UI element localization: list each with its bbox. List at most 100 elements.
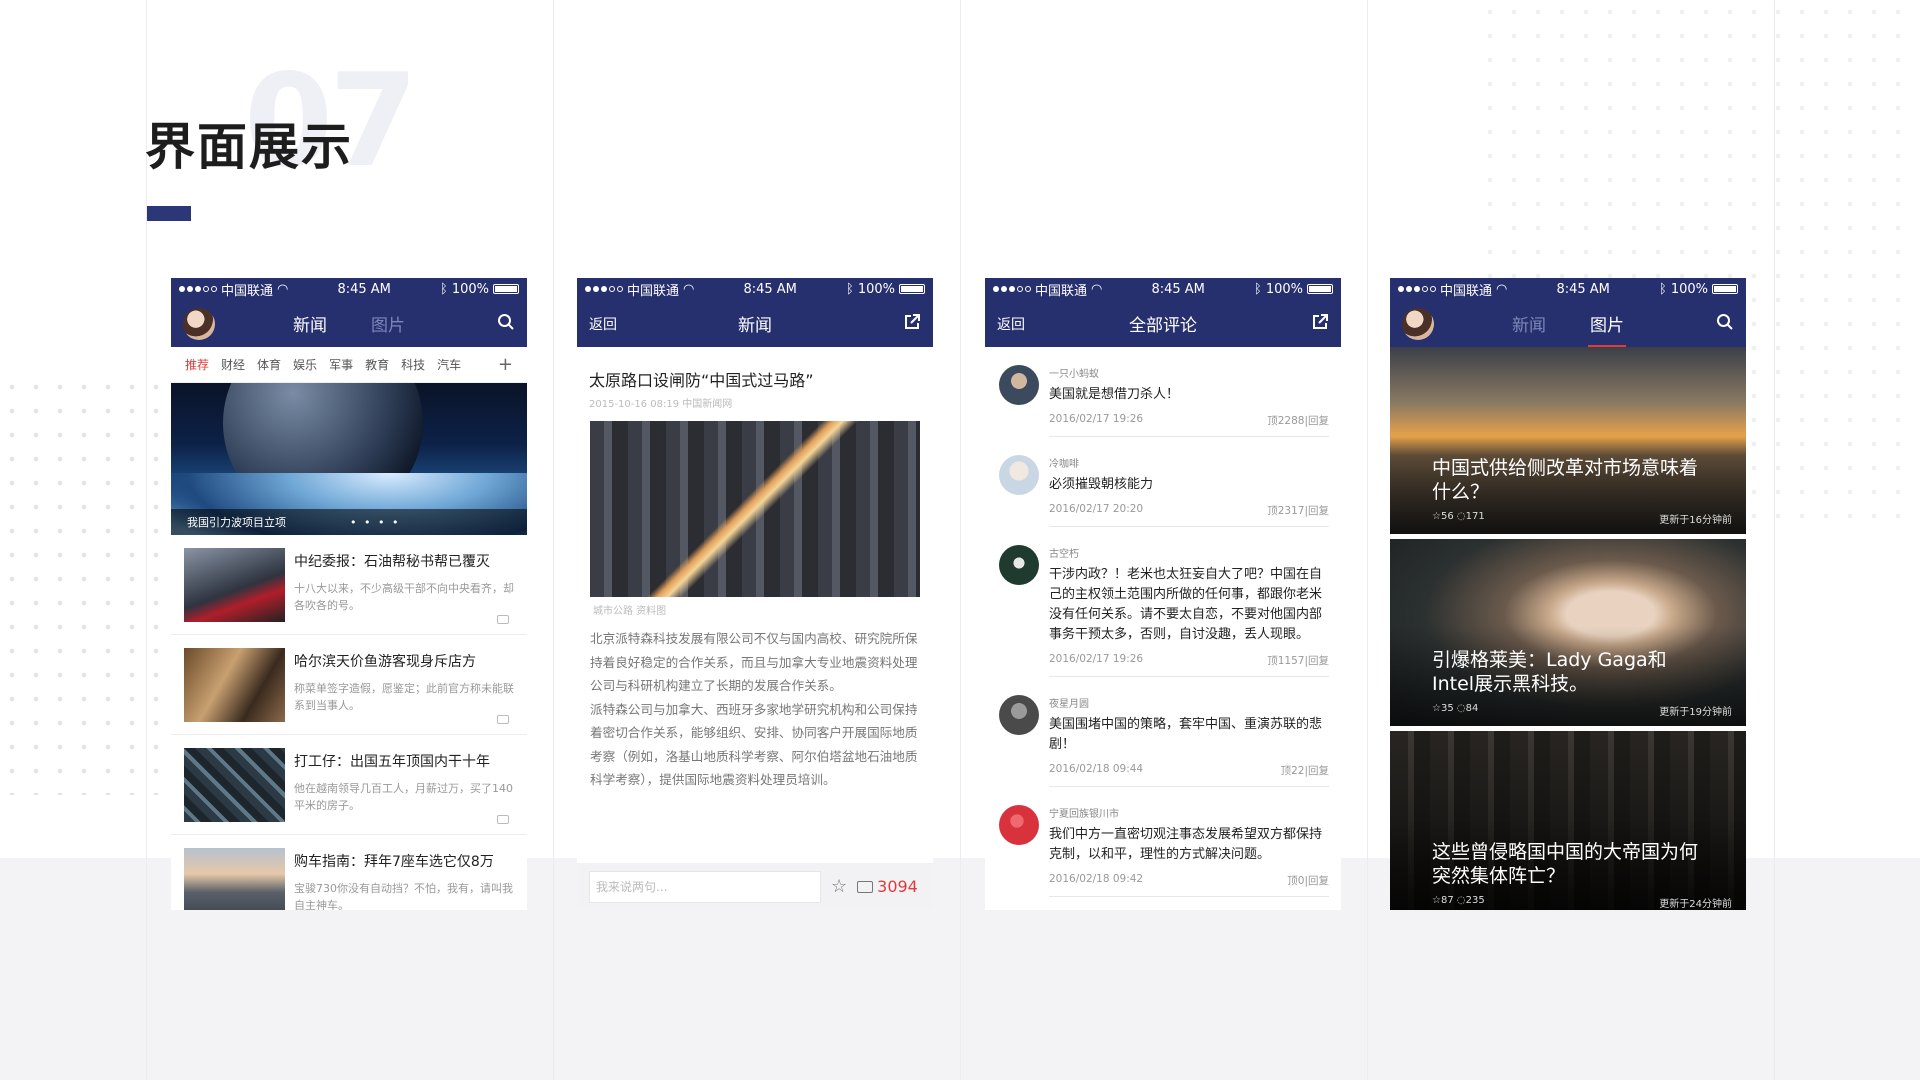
picture-card[interactable]: 这些曾侵略国中国的大帝国为何突然集体阵亡？ ☆87 ◌235 更新于24分钟前 (1390, 731, 1746, 910)
article-image[interactable] (590, 421, 920, 597)
search-icon[interactable] (497, 313, 515, 335)
category-item[interactable]: 推荐 (185, 356, 209, 373)
news-title: 打工仔：出国五年顶国内干十年 (294, 754, 490, 770)
nav-bar: 新闻 图片 (1390, 300, 1746, 348)
category-item[interactable]: 教育 (365, 356, 389, 373)
comment-icon[interactable] (497, 615, 509, 624)
category-item[interactable]: 军事 (329, 356, 353, 373)
phone-article: 中国联通 ◠ 8:45 AM ᛒ 100% 返回 新闻 太原路口设闸防“中国式过马路… (577, 278, 933, 910)
avatar[interactable] (999, 545, 1039, 585)
star-icon[interactable]: ☆ (1432, 511, 1441, 522)
avatar[interactable] (999, 455, 1039, 495)
comment-time: 2016/02/18 09:44 (1049, 763, 1144, 775)
image-caption: 城市公路 资料图 (593, 606, 667, 617)
comment-actions[interactable]: 顶2317|回复 (1267, 503, 1329, 518)
comment-user: 夜星月圆 (1049, 699, 1089, 710)
comment-time: 2016/02/17 19:26 (1049, 653, 1144, 665)
comment-actions[interactable]: 顶1157|回复 (1267, 653, 1329, 668)
slide: 07 界面展示 中国联通 ◠ 8:45 AM ᛒ 100% 新闻 图片 推荐 财经 … (0, 0, 1920, 1080)
comment-icon[interactable] (497, 715, 509, 724)
tab-pictures[interactable]: 图片 (1588, 311, 1626, 348)
comment-count: 235 (1465, 895, 1485, 906)
bluetooth-icon: ᛒ (1659, 281, 1667, 297)
carrier: 中国联通 (1035, 283, 1088, 299)
bluetooth-icon: ᛒ (846, 281, 854, 297)
back-button[interactable]: 返回 (589, 314, 617, 334)
carousel-dots[interactable]: • • • • (350, 516, 400, 529)
category-item[interactable]: 体育 (257, 356, 281, 373)
comment-icon[interactable]: ◌ (1457, 511, 1466, 522)
news-desc: 十八大以来，不少高级干部不向中央看齐，却各吹各的号。 (294, 582, 514, 613)
avatar[interactable] (999, 695, 1039, 735)
nav-bar: 返回 全部评论 (985, 300, 1341, 347)
comment-actions[interactable]: 顶0|回复 (1287, 873, 1329, 888)
comment-item: 宁夏回族银川市 我们中方一直密切观注事态发展希望双方都保持克制，以和平，理性的方… (985, 787, 1341, 897)
tab-news[interactable]: 新闻 (1512, 311, 1546, 336)
picture-card[interactable]: 引爆格莱美：Lady Gaga和Intel展示黑科技。 ☆35 ◌84 更新于19… (1390, 539, 1746, 726)
clock: 8:45 AM (1556, 281, 1610, 297)
comment-icon[interactable]: ◌ (1457, 703, 1466, 714)
comment-text: 美国围堵中国的策略，套牢中国、重演苏联的悲剧！ (1049, 717, 1323, 752)
picture-title: 中国式供给侧改革对市场意味着什么？ (1432, 457, 1699, 503)
comment-count-button[interactable]: 3094 (857, 877, 918, 896)
comment-input[interactable]: 我来说两句... (589, 870, 821, 903)
category-item[interactable]: 科技 (401, 356, 425, 373)
news-item[interactable]: 购车指南：拜年7座车选它仅8万 宝骏730你没有自动挡？不怕，我有，请叫我自主神车… (171, 835, 527, 910)
category-item[interactable]: 财经 (221, 356, 245, 373)
page-title: 新闻 (738, 316, 772, 336)
comment-icon[interactable] (497, 815, 509, 824)
star-icon[interactable]: ☆ (1432, 703, 1441, 714)
add-category-button[interactable]: + (498, 354, 513, 375)
comment-icon[interactable]: ◌ (1457, 895, 1466, 906)
news-item[interactable]: 打工仔：出国五年顶国内干十年他在越南领导几百工人，月薪过万，买了140平米的房子… (171, 735, 527, 835)
comment-actions[interactable]: 顶22|回复 (1281, 763, 1329, 778)
news-item[interactable]: 中纪委报：石油帮秘书帮已覆灭 十八大以来，不少高级干部不向中央看齐，却各吹各的号。 (171, 535, 527, 635)
section-title: 界面展示 (145, 118, 353, 176)
share-icon[interactable] (903, 313, 921, 335)
comment-text: 必须摧毁朝核能力 (1049, 477, 1154, 492)
tab-news[interactable]: 新闻 (293, 311, 327, 336)
banner-caption-text: 我国引力波项目立项 (187, 516, 286, 529)
comment-item: 冷咖啡 必须摧毁朝核能力 2016/02/17 20:20 顶2317|回复 (985, 437, 1341, 527)
comment-icon (857, 880, 874, 893)
signal-icon (585, 286, 623, 292)
wifi-icon: ◠ (1496, 281, 1508, 297)
category-item[interactable]: 汽车 (437, 356, 461, 373)
edit-icon[interactable] (1311, 313, 1329, 335)
comment-count: 171 (1465, 511, 1485, 522)
dot-pattern-left (0, 375, 160, 795)
status-bar: 中国联通 ◠ 8:45 AM ᛒ 100% (577, 278, 933, 300)
picture-card[interactable]: 中国式供给侧改革对市场意味着什么？ ☆56 ◌171 更新于16分钟前 (1390, 347, 1746, 534)
star-icon[interactable]: ☆ (1432, 895, 1441, 906)
battery-level: 100% (857, 281, 895, 297)
star-count: 35 (1440, 703, 1454, 714)
avatar[interactable] (1402, 307, 1434, 340)
tab-pictures[interactable]: 图片 (371, 311, 405, 336)
bluetooth-icon: ᛒ (1254, 281, 1262, 297)
phone-pictures: 中国联通 ◠ 8:45 AM ᛒ 100% 新闻 图片 中国式供给侧改革对市场意味着… (1390, 278, 1746, 910)
wifi-icon: ◠ (683, 281, 695, 297)
comment-count: 84 (1465, 703, 1479, 714)
avatar[interactable] (999, 365, 1039, 405)
banner-caption: 我国引力波项目立项 • • • • (171, 509, 527, 535)
update-time: 更新于16分钟前 (1659, 515, 1732, 526)
category-item[interactable]: 娱乐 (293, 356, 317, 373)
comment-text: 干涉内政？！老米也太狂妄自大了吧？中国在自己的主权领土范围内所做的任何事，都跟你… (1049, 567, 1323, 642)
comment-item: 一只小蚂蚁 美国就是想借刀杀人！ 2016/02/17 19:26 顶2288|回… (985, 347, 1341, 437)
news-desc: 他在越南领导几百工人，月薪过万，买了140平米的房子。 (294, 782, 513, 813)
comment-time: 2016/02/17 20:20 (1049, 503, 1144, 515)
avatar[interactable] (183, 307, 215, 340)
avatar[interactable] (999, 805, 1039, 845)
news-desc: 称菜单签字造假，愿鉴定；此前官方称未能联系到当事人。 (294, 682, 514, 713)
category-bar: 推荐 财经 体育 娱乐 军事 教育 科技 汽车 + (171, 347, 527, 383)
banner-carousel[interactable]: 我国引力波项目立项 • • • • (171, 383, 527, 535)
carrier: 中国联通 (221, 283, 274, 299)
update-time: 更新于24分钟前 (1659, 899, 1732, 910)
comment-actions[interactable]: 顶2288|回复 (1267, 413, 1329, 428)
wifi-icon: ◠ (1091, 281, 1103, 297)
back-button[interactable]: 返回 (997, 314, 1025, 334)
article-paragraph: 北京派特森科技发展有限公司不仅与国内高校、研究院所保持着良好稳定的合作关系，而且… (590, 631, 918, 693)
star-icon[interactable]: ☆ (831, 876, 847, 897)
news-item[interactable]: 哈尔滨天价鱼游客现身斥店方 称菜单签字造假，愿鉴定；此前官方称未能联系到当事人。 (171, 635, 527, 735)
search-icon[interactable] (1716, 313, 1734, 335)
